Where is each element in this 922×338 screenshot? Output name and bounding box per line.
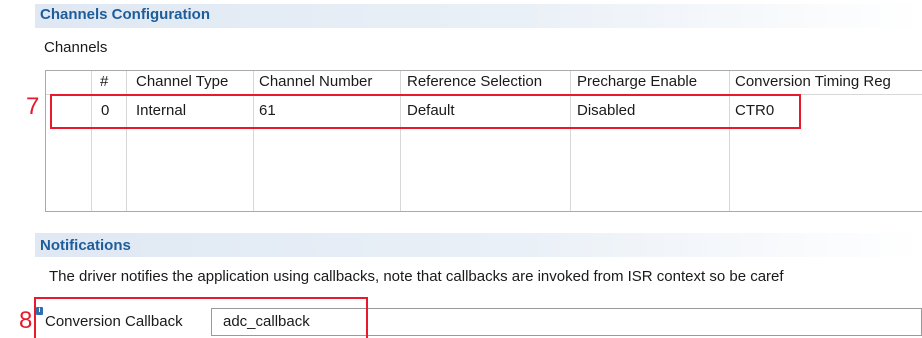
annotation-marker-8: 8 <box>19 307 33 334</box>
channels-table-label: Channels <box>44 39 108 56</box>
channels-section-title: Channels Configuration <box>40 6 210 23</box>
annotation-marker-7: 7 <box>26 93 40 120</box>
notifications-section-header <box>35 233 922 257</box>
notifications-section-title: Notifications <box>40 237 131 254</box>
notifications-description: The driver notifies the application usin… <box>49 268 784 285</box>
annotation-highlight-callback <box>34 297 368 338</box>
column-header-channel-number[interactable]: Channel Number <box>259 73 372 90</box>
channels-table: # Channel Type Channel Number Reference … <box>45 70 922 212</box>
column-header-precharge-enable[interactable]: Precharge Enable <box>577 73 697 90</box>
column-header-index[interactable]: # <box>100 73 108 90</box>
column-header-conversion-timing[interactable]: Conversion Timing Reg <box>735 73 891 90</box>
column-header-channel-type[interactable]: Channel Type <box>136 73 228 90</box>
annotation-highlight-row <box>50 94 801 129</box>
column-header-reference-selection[interactable]: Reference Selection <box>407 73 542 90</box>
